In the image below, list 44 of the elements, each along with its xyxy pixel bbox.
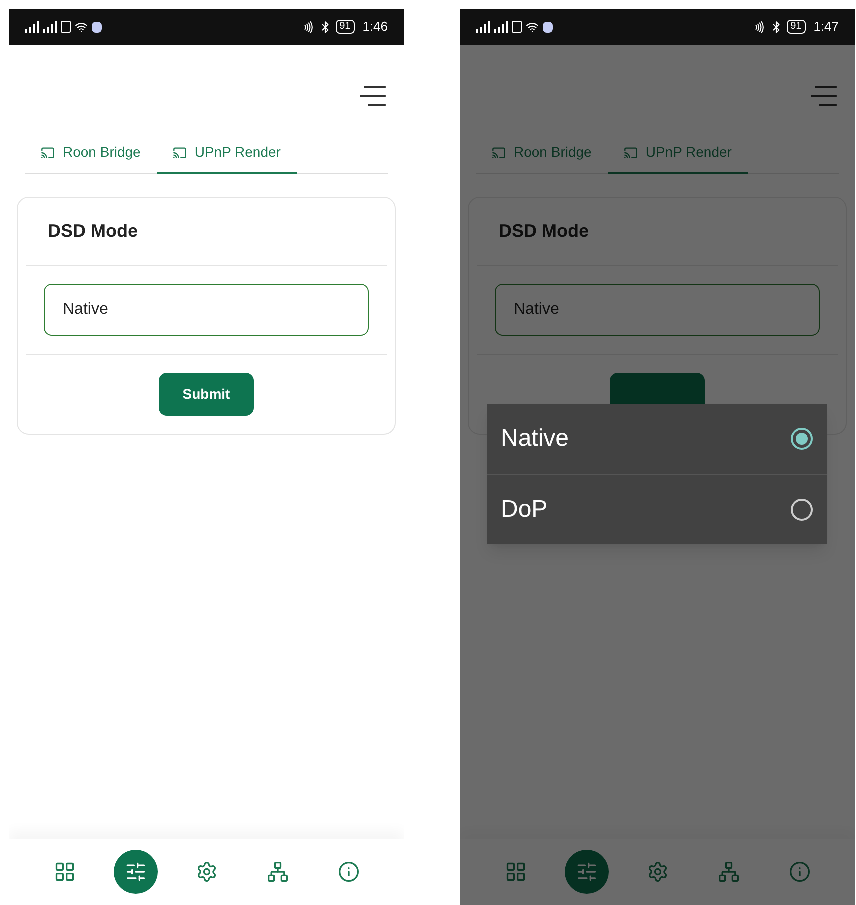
card-title: DSD Mode [47,220,139,243]
info-icon [338,861,360,883]
grid-icon [504,861,526,883]
settings-icon [196,861,218,883]
info-icon [788,861,810,883]
wifi-icon [526,20,539,34]
nav-button[interactable] [114,850,158,894]
submit-button[interactable]: Submit [159,373,254,416]
grid-icon [54,861,76,883]
cast-icon [624,146,638,160]
clock: 1:47 [814,18,839,36]
option-label: DoP [501,494,549,524]
clock: 1:46 [362,18,388,36]
battery-level: 91 [786,20,806,34]
tab[interactable]: Roon Bridge [25,133,157,174]
menu-icon[interactable] [360,86,388,108]
radio-button[interactable] [791,428,813,450]
signal-icon [43,21,57,33]
sliders-icon [124,861,146,883]
sim-icon [61,21,71,33]
signal-icon [25,21,39,33]
settings-icon [646,861,668,883]
option-row[interactable]: Native [487,404,827,474]
tab[interactable]: UPnP Render [156,133,297,174]
nav-button[interactable] [564,850,608,894]
wifi-icon [75,20,88,34]
network-icon [266,861,288,883]
cast-icon [172,146,187,160]
cast-icon [41,146,55,160]
radio-button[interactable] [791,498,813,520]
cast-icon [492,146,506,160]
option-row[interactable]: DoP [487,474,827,544]
signal-icon [476,21,490,33]
battery-level: 91 [336,20,355,34]
select-field[interactable]: Native [44,284,369,336]
sliders-icon [576,861,598,883]
card-title: DSD Mode [498,220,590,243]
sim-icon [512,21,522,33]
network-icon [718,861,740,883]
option-label: Native [501,424,570,454]
app-icon [543,22,553,32]
signal-icon [494,21,508,33]
select-field[interactable]: Native [495,284,820,336]
app-icon [92,22,102,32]
